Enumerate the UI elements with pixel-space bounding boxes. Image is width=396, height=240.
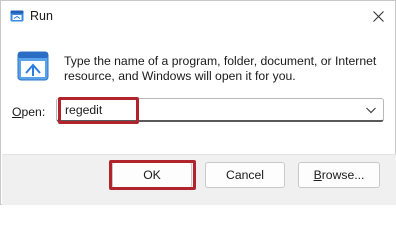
window-title: Run: [30, 9, 53, 23]
ok-button[interactable]: OK: [112, 162, 192, 188]
cancel-button[interactable]: Cancel: [205, 162, 285, 188]
open-label: Open:: [12, 105, 45, 119]
title-bar: Run: [1, 1, 395, 31]
close-icon: [372, 10, 384, 22]
run-dialog: Run Type the name of a program, folder, …: [0, 0, 396, 205]
browse-button[interactable]: Browse...: [298, 162, 380, 188]
dialog-description: Type the name of a program, folder, docu…: [64, 54, 377, 83]
run-program-icon: [17, 51, 49, 81]
browse-accelerator: B: [313, 168, 322, 182]
open-input[interactable]: regedit: [65, 103, 102, 117]
chevron-down-icon[interactable]: [365, 105, 377, 115]
open-label-text: pen:: [21, 105, 46, 119]
close-button[interactable]: [361, 1, 395, 31]
run-app-icon: [10, 10, 24, 22]
open-combobox[interactable]: regedit: [56, 98, 384, 122]
browse-label: rowse...: [321, 168, 365, 182]
